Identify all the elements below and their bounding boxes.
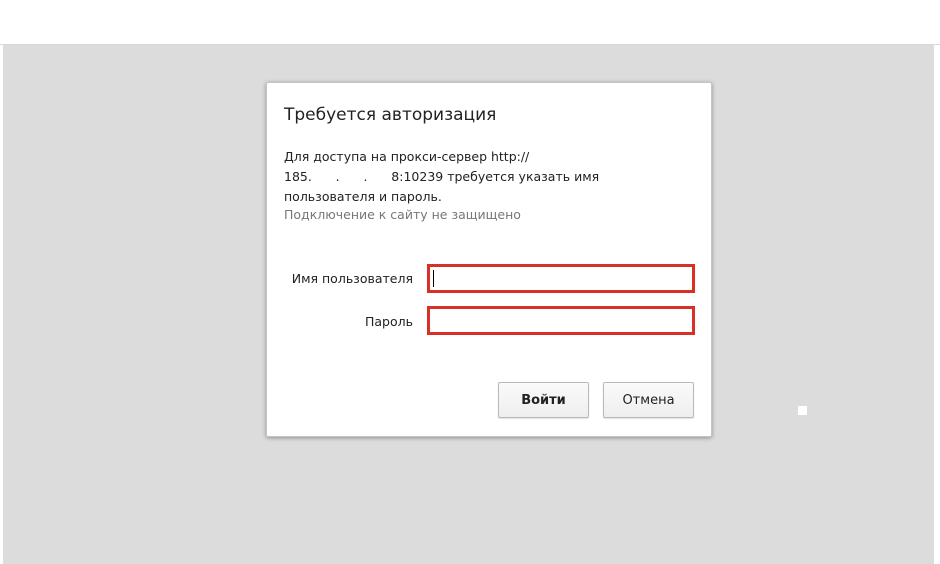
insecure-connection-note: Подключение к сайту не защищено xyxy=(284,207,521,222)
small-square-marker xyxy=(798,406,807,415)
username-label: Имя пользователя xyxy=(291,271,413,286)
password-label: Пароль xyxy=(365,314,413,329)
message-line: Для доступа на прокси-сервер http:// xyxy=(284,149,530,164)
cancel-button[interactable]: Отмена xyxy=(603,382,694,418)
dialog-title: Требуется авторизация xyxy=(284,105,497,125)
message-line: пользователя и пароль. xyxy=(284,189,442,204)
browser-toolbar-strip xyxy=(0,0,940,45)
password-input[interactable] xyxy=(427,306,695,335)
login-button[interactable]: Войти xyxy=(498,382,589,418)
username-input[interactable] xyxy=(427,264,695,293)
dialog-message: Для доступа на прокси-сервер http:// 185… xyxy=(284,147,614,207)
text-caret xyxy=(433,270,434,287)
message-line: 185. . . 8:10239 требуется указать имя xyxy=(284,169,600,184)
auth-dialog: Требуется авторизация Для доступа на про… xyxy=(266,82,712,437)
